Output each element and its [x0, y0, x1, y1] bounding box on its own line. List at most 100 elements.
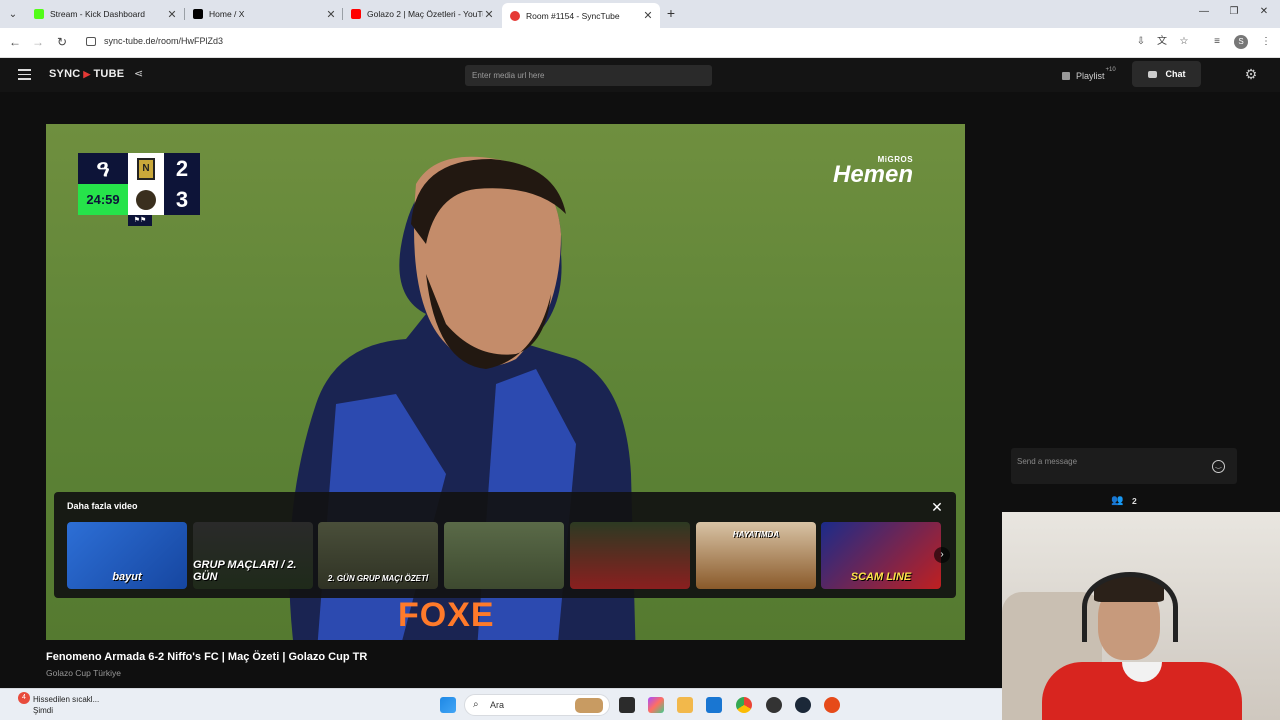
youtube-favicon-icon — [351, 9, 361, 19]
team-b-logo-letter: N — [137, 157, 155, 180]
chat-bubble-icon — [1147, 70, 1157, 78]
reading-list-icon[interactable]: ≡ — [1210, 35, 1224, 49]
window-close-icon[interactable]: ✕ — [1257, 6, 1271, 17]
obs-icon[interactable] — [766, 697, 782, 713]
bookmark-star-icon[interactable]: ☆ — [1177, 35, 1191, 49]
chrome-icon[interactable] — [736, 697, 752, 713]
media-url-input[interactable] — [465, 65, 712, 86]
close-icon[interactable]: ✕ — [642, 9, 654, 22]
close-icon[interactable]: ✕ — [483, 8, 495, 21]
site-info-icon[interactable] — [86, 37, 96, 46]
notification-badge[interactable]: 4 — [18, 692, 30, 704]
weather-line-1: Hissedilen sıcakl... — [33, 695, 100, 704]
share-icon[interactable]: ⋖ — [134, 67, 148, 81]
close-icon[interactable]: ✕ — [930, 499, 944, 516]
lock-icon — [1062, 71, 1070, 80]
score-team-a: 2 — [175, 155, 189, 181]
emoji-icon[interactable]: ‿ — [1212, 460, 1225, 473]
flags-icon: ⚑⚑ — [128, 215, 152, 226]
chat-button[interactable]: Chat — [1132, 61, 1201, 87]
related-video-thumbnail[interactable] — [570, 522, 690, 589]
headset-icon — [1082, 572, 1178, 642]
tab-synctube-room[interactable]: Room #1154 - SyncTube ✕ — [502, 3, 660, 28]
browser-tab-strip: ⌄ Stream - Kick Dashboard ✕ Home / X ✕ G… — [0, 0, 1280, 28]
settings-gear-icon[interactable]: ⚙ — [1243, 66, 1259, 82]
related-video-thumbnail[interactable]: SCAM LINE — [821, 522, 941, 589]
synctube-logo[interactable]: SYNC ▶ TUBE — [49, 68, 124, 80]
sponsor-logo: MiGROS Hemen — [833, 155, 913, 189]
ea-app-icon[interactable] — [824, 697, 840, 713]
related-video-thumbnail[interactable]: GRUP MAÇLARI / 2. GÜN — [193, 522, 313, 589]
windows-start-icon[interactable] — [440, 697, 456, 713]
close-icon[interactable]: ✕ — [166, 8, 178, 21]
store-icon[interactable] — [706, 697, 722, 713]
tab-search-chevron-icon[interactable]: ⌄ — [4, 5, 22, 23]
search-label: Ara — [490, 700, 505, 710]
taskbar-search[interactable]: ⌕ Ara — [464, 694, 610, 716]
thumbnail-caption: bayut — [112, 571, 142, 583]
chat-label: Chat — [1165, 69, 1186, 79]
browser-menu-icon[interactable]: ⋮ — [1259, 35, 1273, 49]
forward-arrow-icon[interactable]: → — [30, 34, 46, 50]
channel-name[interactable]: Golazo Cup Türkiye — [46, 668, 121, 678]
maximize-icon[interactable]: ❐ — [1227, 6, 1241, 17]
copilot-icon[interactable] — [648, 697, 664, 713]
steam-icon[interactable] — [795, 697, 811, 713]
chat-message-input[interactable] — [1017, 455, 1197, 467]
playlist-label: Playlist — [1076, 70, 1105, 81]
minimize-icon[interactable]: — — [1197, 6, 1211, 17]
tab-youtube-golazo[interactable]: Golazo 2 | Maç Özetleri - YouTube ✕ — [343, 3, 501, 25]
windows-taskbar: 4 Hissedilen sıcakl... Şimdi ⌕ Ara — [0, 688, 1002, 720]
tab-kick-dashboard[interactable]: Stream - Kick Dashboard ✕ — [26, 3, 184, 25]
synctube-favicon-icon — [510, 10, 520, 21]
tab-label: Stream - Kick Dashboard — [50, 9, 145, 19]
file-explorer-icon[interactable] — [677, 697, 693, 713]
related-video-thumbnail[interactable]: 2. GÜN GRUP MAÇI ÖZETİ — [318, 522, 438, 589]
playlist-count-badge: +10 — [1105, 66, 1116, 73]
chevron-right-icon[interactable]: › — [934, 547, 950, 563]
back-arrow-icon[interactable]: ← — [7, 34, 23, 50]
team-a-logo: ዓ — [96, 155, 110, 181]
user-count: 2 — [1132, 496, 1137, 506]
new-tab-plus-icon[interactable]: + — [664, 5, 678, 21]
tab-label: Room #1154 - SyncTube — [526, 10, 620, 21]
tab-label: Home / X — [209, 9, 245, 19]
video-title: Fenomeno Armada 6-2 Niffo's FC | Maç Öze… — [46, 651, 368, 663]
thumbnail-caption: GRUP MAÇLARI / 2. GÜN — [193, 559, 297, 583]
synctube-header: SYNC▶TUBE ⋖ Playlist +10 Chat ⚙ — [0, 58, 1280, 92]
translate-icon[interactable]: 文 — [1155, 35, 1169, 49]
tab-label: Golazo 2 | Maç Özetleri - YouTube — [367, 9, 483, 19]
playlist-button[interactable]: Playlist +10 — [1062, 65, 1116, 86]
reload-icon[interactable]: ↻ — [54, 34, 70, 50]
address-bar[interactable]: sync-tube.de/room/HwFPlZd3 — [104, 36, 223, 46]
related-title: Daha fazla video — [67, 501, 138, 511]
install-app-icon[interactable]: ⇩ — [1134, 35, 1148, 49]
related-video-thumbnail[interactable]: bayut — [67, 522, 187, 589]
related-video-thumbnail[interactable]: HAYATIMDA — [696, 522, 816, 589]
weather-widget[interactable]: Hissedilen sıcakl... Şimdi — [33, 694, 99, 716]
x-favicon-icon — [193, 9, 203, 19]
users-icon[interactable]: 👥 — [1111, 495, 1127, 506]
shirt-image — [1042, 662, 1242, 720]
related-videos-overlay: Daha fazla video ✕ bayut GRUP MAÇLARI / … — [54, 492, 956, 598]
thumbnail-caption: 2. GÜN GRUP MAÇI ÖZETİ — [327, 574, 429, 583]
logo-text-sync: SYNC — [49, 68, 81, 80]
match-clock: 24:59 — [78, 184, 128, 215]
thumbnail-caption: HAYATIMDA — [732, 530, 780, 539]
search-highlight-image — [575, 698, 603, 713]
weather-line-2: Şimdi — [33, 706, 54, 715]
browser-toolbar: ← → ↻ sync-tube.de/room/HwFPlZd3 ⇩ 文 ☆ ≡… — [0, 28, 1280, 58]
task-view-icon[interactable] — [619, 697, 635, 713]
webcam-overlay — [1002, 512, 1280, 720]
tab-home-x[interactable]: Home / X ✕ — [185, 3, 343, 25]
score-team-b: 3 — [175, 186, 189, 212]
play-triangle-icon: ▶ — [83, 69, 91, 79]
related-video-thumbnail[interactable] — [444, 522, 564, 589]
team-c-logo — [128, 184, 164, 215]
close-icon[interactable]: ✕ — [325, 8, 337, 21]
sponsor-big-text: Hemen — [833, 161, 914, 188]
profile-avatar[interactable]: S — [1234, 35, 1248, 49]
scoreboard: ዓ N 2 24:59 3 — [78, 153, 200, 215]
hamburger-menu-icon[interactable] — [18, 69, 31, 80]
search-icon: ⌕ — [473, 699, 479, 710]
